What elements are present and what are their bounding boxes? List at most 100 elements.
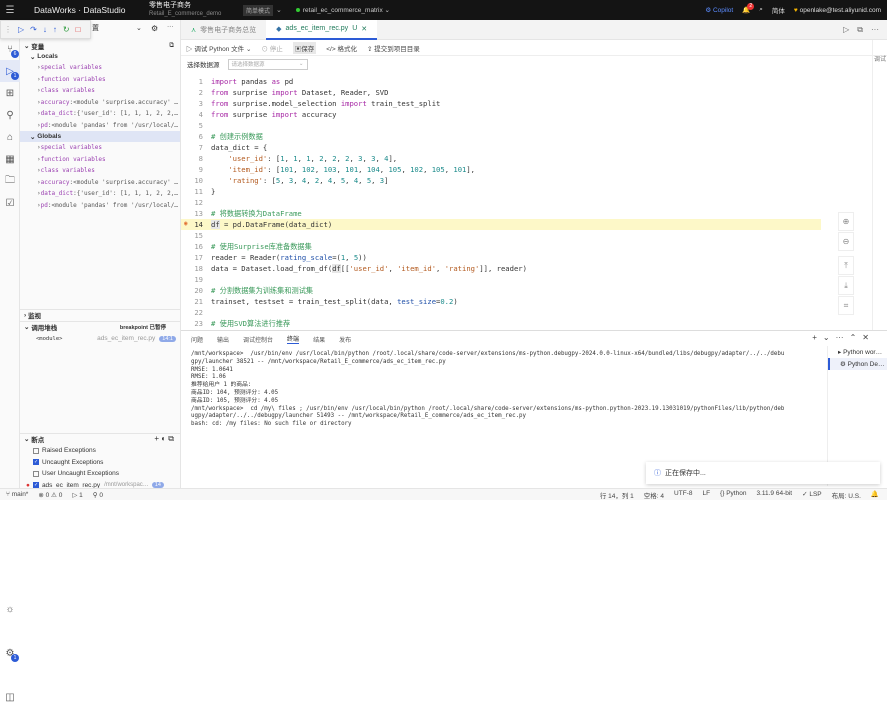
code-line[interactable]: 6# 创建示例数据	[181, 131, 821, 142]
variable-item[interactable]: › accuracy: <module 'surprise.accuracy' …	[20, 97, 180, 109]
code-line[interactable]: 11}	[181, 186, 821, 197]
add-breakpoint-icon[interactable]: + ◐ ⧉	[154, 434, 174, 444]
locals-scope[interactable]: ⌄ Locals	[20, 51, 180, 62]
breakpoint-option[interactable]: User Uncaught Exceptions	[20, 468, 180, 480]
settings-icon[interactable]: ⚙1	[0, 642, 20, 664]
user-menu[interactable]: ♥ openlake@test.aliyunid.com	[794, 7, 881, 14]
panel-tab[interactable]: 输出	[217, 335, 229, 344]
line-ending[interactable]: LF	[702, 490, 710, 500]
code-line[interactable]: 13# 将数据转换为DataFrame	[181, 208, 821, 219]
terminal-instance[interactable]: ⚙ Python De…	[828, 358, 887, 370]
code-line[interactable]: 10 'rating': [5, 3, 4, 2, 4, 5, 4, 5, 3]	[181, 175, 821, 186]
code-line[interactable]: 7data_dict = {	[181, 142, 821, 153]
debug-indicator[interactable]: ▷ 1	[72, 491, 82, 499]
checklist-icon[interactable]: ☑	[0, 192, 20, 214]
code-line[interactable]: 3from surprise.model_selection import tr…	[181, 98, 821, 109]
code-line[interactable]: ◉14df = pd.DataFrame(data_dict)	[181, 219, 821, 230]
drag-handle-icon[interactable]: ⋮	[4, 25, 12, 34]
mode-selector[interactable]: 简单模式	[243, 5, 273, 16]
code-line[interactable]: 1import pandas as pd	[181, 76, 821, 87]
stack-frame[interactable]: <module>ads_ec_item_rec.py14:1	[36, 333, 176, 344]
extensions-icon[interactable]: ⊞	[0, 82, 20, 104]
variable-item[interactable]: › function variables	[20, 74, 180, 86]
restart-icon[interactable]: ↻	[63, 25, 70, 34]
panel-tab[interactable]: 问题	[191, 335, 203, 344]
breakpoints-header[interactable]: ⌄ 断点+ ◐ ⧉	[20, 433, 180, 444]
terminal-instance[interactable]: ▸ Python wor…	[828, 346, 887, 358]
code-line[interactable]: 19	[181, 274, 821, 285]
menu-icon[interactable]: ☰	[0, 5, 20, 16]
datasource-select[interactable]: 请选择数据源⌄	[228, 59, 308, 70]
puzzle-icon[interactable]: ⌂	[0, 126, 20, 148]
code-line[interactable]: 8 'user_id': [1, 1, 1, 2, 2, 2, 3, 3, 4]…	[181, 153, 821, 164]
variable-item[interactable]: › accuracy: <module 'surprise.accuracy' …	[20, 177, 180, 189]
panel-tab[interactable]: 调试控制台	[243, 335, 273, 344]
copilot-button[interactable]: ⚙ Copilot	[705, 6, 733, 14]
checkbox[interactable]	[33, 448, 39, 454]
code-line[interactable]: 15	[181, 230, 821, 241]
zoom-out-icon[interactable]: ⊖	[838, 232, 854, 251]
variable-item[interactable]: › special variables	[20, 62, 180, 74]
language-mode[interactable]: {} Python	[720, 490, 746, 500]
variable-item[interactable]: › pd: <module 'pandas' from '/usr/local/…	[20, 120, 180, 132]
more-icon[interactable]: ···	[167, 23, 174, 30]
interpreter[interactable]: 3.11.9 64-bit	[756, 490, 792, 500]
step-out-icon[interactable]: ↑	[53, 25, 57, 34]
code-line[interactable]: 5	[181, 120, 821, 131]
step-into-icon[interactable]: ↓	[43, 25, 47, 34]
chevron-down-icon[interactable]: ⌄	[823, 333, 830, 342]
code-line[interactable]: 22	[181, 307, 821, 318]
lsp-status[interactable]: ✓ LSP	[802, 490, 822, 500]
cursor-position[interactable]: 行 14，列 1	[600, 490, 634, 500]
close-panel-icon[interactable]: ✕	[862, 333, 869, 342]
code-line[interactable]: 16# 使用Surprise库准备数据集	[181, 241, 821, 252]
stop-icon[interactable]: □	[76, 25, 81, 34]
folder-icon[interactable]: 🗀	[0, 170, 20, 192]
collapse-all-icon[interactable]: ⧉	[169, 42, 174, 50]
run-icon[interactable]: ▷	[843, 25, 849, 35]
source-control-icon[interactable]: ⑂6	[0, 38, 20, 60]
code-line[interactable]: 21trainset, testset = train_test_split(d…	[181, 296, 821, 307]
variable-item[interactable]: › class variables	[20, 165, 180, 177]
debug-side-tab[interactable]: 调试	[872, 40, 887, 330]
ports-indicator[interactable]: ⚲ 0	[93, 491, 103, 499]
table-icon[interactable]: ▦	[0, 148, 20, 170]
split-editor-icon[interactable]: ⧉	[857, 25, 863, 35]
indentation[interactable]: 空格: 4	[644, 490, 664, 500]
chevron-down-icon[interactable]: ⌄	[276, 6, 282, 14]
code-line[interactable]: 9 'item_id': [101, 102, 103, 101, 104, 1…	[181, 164, 821, 175]
branch-indicator[interactable]: ⑂ main*	[6, 491, 28, 499]
run-debug-icon[interactable]: ▷1	[0, 60, 20, 82]
notifications-icon[interactable]: 🔔	[871, 490, 879, 500]
fit-icon[interactable]: ⌗	[838, 296, 854, 315]
theme-icon[interactable]: ☼	[0, 598, 20, 620]
variable-item[interactable]: › pd: <module 'pandas' from '/usr/local/…	[20, 200, 180, 212]
variable-item[interactable]: › data_dict: {'user_id': [1, 1, 1, 2, 2,…	[20, 108, 180, 120]
globals-scope[interactable]: ⌄ Globals	[20, 131, 180, 142]
code-line[interactable]: 12	[181, 197, 821, 208]
zoom-in-icon[interactable]: ⊕	[838, 212, 854, 231]
code-line[interactable]: 17reader = Reader(rating_scale=(1, 5))	[181, 252, 821, 263]
more-icon[interactable]: ···	[871, 25, 879, 35]
debug-python-button[interactable]: ▷ 调试 Python 文件 ⌄	[186, 43, 251, 53]
submit-button[interactable]: ⇪ 提交到项目目录	[367, 43, 420, 53]
checkbox[interactable]: ✓	[33, 459, 39, 465]
code-line[interactable]: 2from surprise import Dataset, Reader, S…	[181, 87, 821, 98]
code-line[interactable]: 20# 分割数据集为训练集和测试集	[181, 285, 821, 296]
format-button[interactable]: </> 格式化	[326, 43, 357, 53]
more-icon[interactable]: ···	[836, 333, 844, 342]
variable-item[interactable]: › data_dict: {'user_id': [1, 1, 1, 2, 2,…	[20, 188, 180, 200]
breakpoint-option[interactable]: ✓Uncaught Exceptions	[20, 457, 180, 469]
close-icon[interactable]: ✕	[361, 25, 367, 33]
search-code-icon[interactable]: ⚲	[0, 104, 20, 126]
terminal-output[interactable]: /mnt/workspace> /usr/bin/env /usr/local/…	[191, 351, 831, 429]
variable-item[interactable]: › special variables	[20, 142, 180, 154]
toggle-panel-icon[interactable]: ◫	[0, 686, 20, 708]
continue-icon[interactable]: ▷	[18, 25, 24, 34]
panel-tab[interactable]: 发布	[339, 335, 351, 344]
problems-indicator[interactable]: ⊗ 0 ⚠ 0	[38, 491, 62, 499]
scroll-top-icon[interactable]: ⤒	[838, 256, 854, 275]
variable-item[interactable]: › function variables	[20, 154, 180, 166]
panel-tab[interactable]: 终端	[287, 334, 299, 344]
keyboard-layout[interactable]: 布局: U.S.	[832, 490, 861, 500]
